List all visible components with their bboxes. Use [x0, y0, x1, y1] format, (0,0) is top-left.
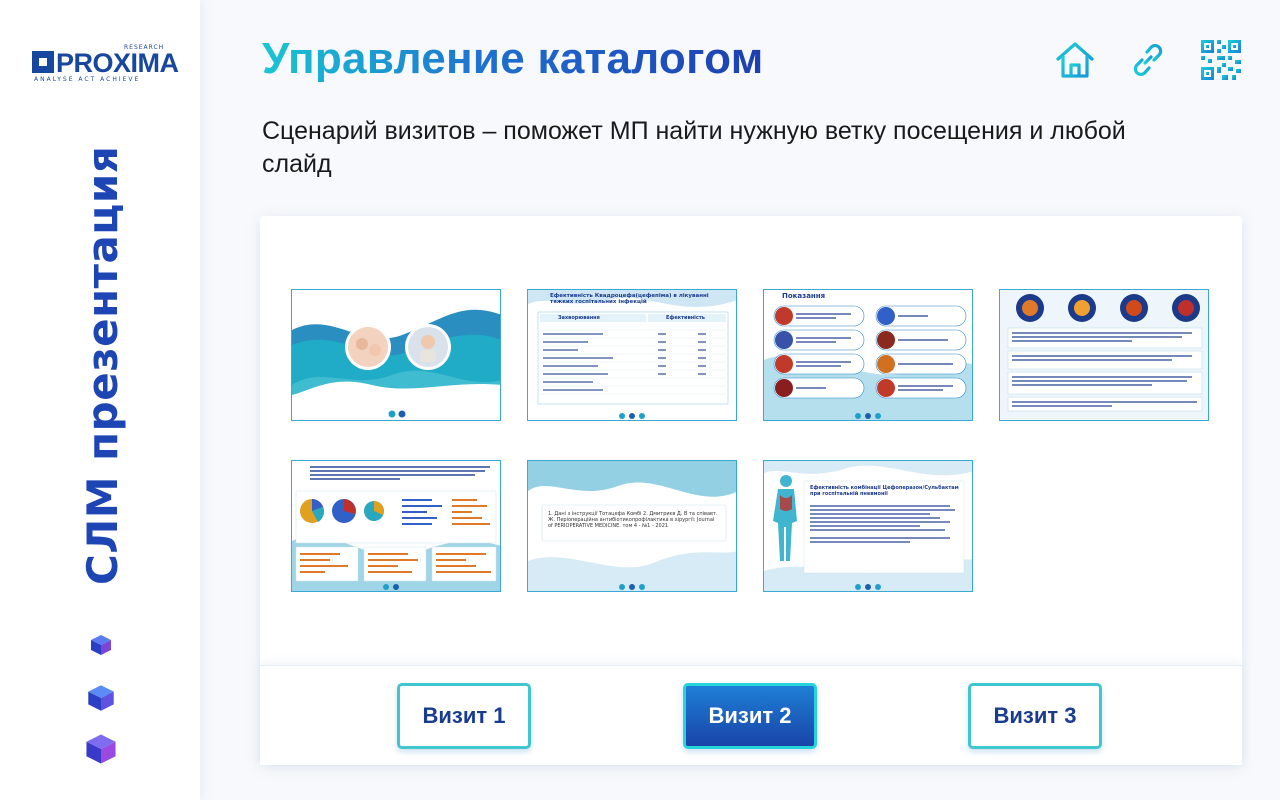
slide-thumb-4[interactable]	[999, 289, 1209, 421]
home-icon[interactable]	[1053, 38, 1097, 82]
visit-3-button[interactable]: Визит 3	[968, 683, 1102, 749]
page-subtitle: Сценарий визитов – поможет МП найти нужн…	[262, 117, 1126, 178]
slide-thumb-6[interactable]: 1. Дані з інструкції Тотацефа Комбі 2. Д…	[527, 460, 737, 592]
slide-6-references: 1. Дані з інструкції Тотацефа Комбі 2. Д…	[548, 511, 718, 529]
slide-2-col1: Захворювання	[558, 315, 600, 321]
catalog-panel: Ефективність Квадроцефа(цефепіма) в ліку…	[260, 216, 1242, 765]
slide-thumb-2[interactable]: Ефективність Квадроцефа(цефепіма) в ліку…	[527, 289, 737, 421]
visit-1-button[interactable]: Визит 1	[397, 683, 531, 749]
cube-medium-icon	[88, 685, 114, 711]
logo-tagline: ANALYSE ACT ACHIEVE	[34, 76, 141, 83]
slide-3-title: Показання	[782, 292, 826, 300]
logo-mark	[32, 51, 54, 73]
slide-7-title: Ефективність комбінації Цефоперазон/Суль…	[810, 485, 959, 497]
slide-2-col2: Ефективність	[666, 315, 705, 321]
logo-name: PROXIMA	[56, 48, 179, 78]
cube-large-icon	[86, 734, 116, 764]
page-title: Управление каталогом	[262, 34, 764, 83]
slide-thumb-1[interactable]	[291, 289, 501, 421]
slide-2-title: Ефективність Квадроцефа(цефепіма) в ліку…	[550, 293, 709, 305]
link-icon[interactable]	[1126, 38, 1170, 82]
slide-thumb-5[interactable]	[291, 460, 501, 592]
cube-small-icon	[91, 635, 111, 655]
qr-code-icon[interactable]	[1199, 38, 1243, 82]
visit-2-button[interactable]: Визит 2	[683, 683, 817, 749]
slide-thumb-3[interactable]: Показання	[763, 289, 973, 421]
slide-thumb-7[interactable]: Ефективність комбінації Цефоперазон/Суль…	[763, 460, 973, 592]
vertical-title: СЛМ презентация	[78, 145, 127, 585]
sidebar: RESEARCH PROXIMA ANALYSE ACT ACHIEVE СЛМ…	[0, 0, 200, 800]
proxima-logo: RESEARCH PROXIMA ANALYSE ACT ACHIEVE	[32, 44, 179, 84]
